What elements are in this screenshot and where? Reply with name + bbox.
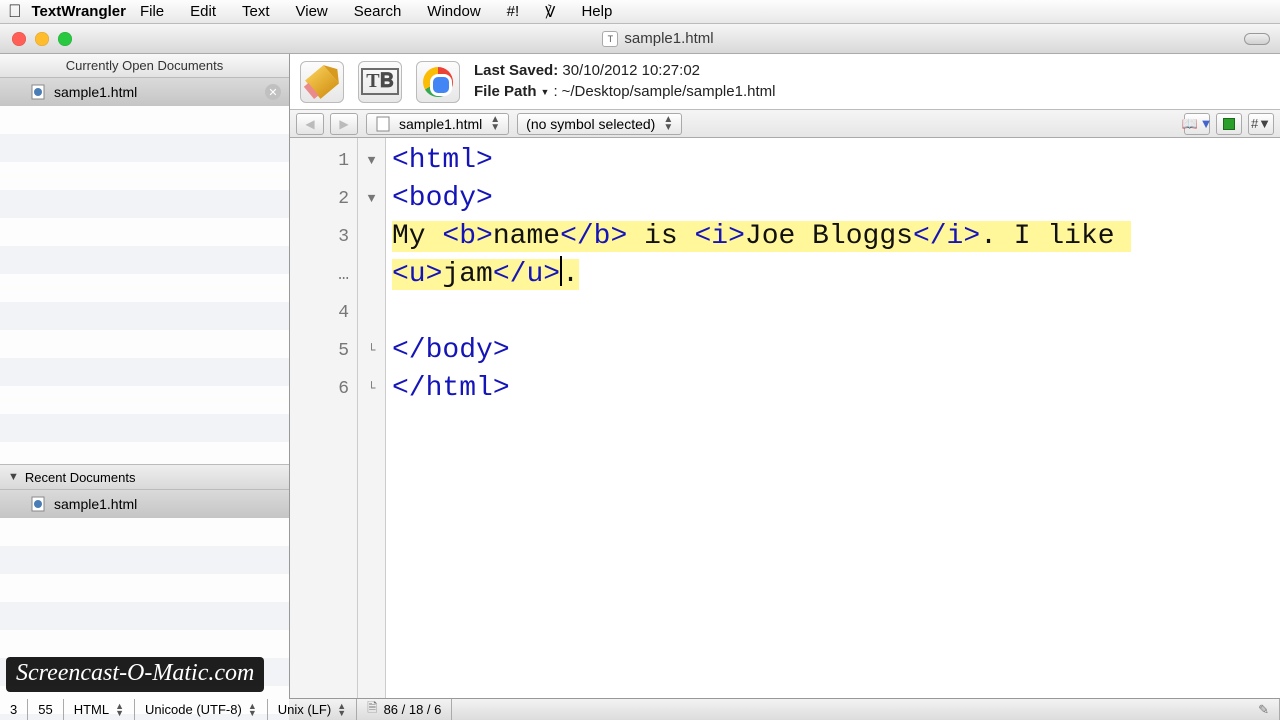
document-icon: 🗎 — [367, 699, 377, 720]
sidebar-item-open-file[interactable]: sample1.html ✕ — [0, 78, 289, 106]
sidebar-recent-file-label: sample1.html — [54, 496, 137, 512]
minimize-button[interactable] — [35, 32, 49, 46]
close-button[interactable] — [12, 32, 26, 46]
status-char-number[interactable]: 55 — [28, 699, 63, 720]
mac-menubar:  TextWrangler File Edit Text View Searc… — [0, 0, 1280, 24]
editor-pane: T𝐁 Last Saved: 30/10/2012 10:27:02 File … — [290, 54, 1280, 698]
zoom-button[interactable] — [58, 32, 72, 46]
fold-gutter[interactable]: ▼ ▼ └ └ — [358, 138, 386, 698]
window-titlebar: T sample1.html — [0, 24, 1280, 54]
menu-window[interactable]: Window — [427, 3, 480, 20]
includes-popup-button[interactable]: # ▼ — [1248, 113, 1274, 135]
toolbar-toggle-button[interactable] — [1244, 33, 1270, 45]
navigation-bar: ◀ ▶ sample1.html ▲▼ (no symbol selected)… — [290, 110, 1280, 138]
document-toolbar: T𝐁 Last Saved: 30/10/2012 10:27:02 File … — [290, 54, 1280, 110]
menu-file[interactable]: File — [140, 3, 164, 20]
file-path-value: ~/Desktop/sample/sample1.html — [562, 82, 776, 102]
sidebar-recent-header-label: Recent Documents — [25, 470, 136, 485]
last-saved-value: 30/10/2012 10:27:02 — [562, 62, 700, 79]
status-pencil-icon[interactable]: ✎ — [1248, 699, 1280, 720]
menu-edit[interactable]: Edit — [190, 3, 216, 20]
sidebar-recent-header[interactable]: ▼ Recent Documents — [0, 464, 289, 490]
status-line-endings-popup[interactable]: Unix (LF)▲▼ — [268, 699, 357, 720]
menu-help[interactable]: Help — [581, 3, 612, 20]
status-doc-stats[interactable]: 🗎86 / 18 / 6 — [357, 699, 452, 720]
file-path-label: File Path — [474, 82, 537, 102]
code-line: </body> — [392, 335, 510, 366]
preview-in-browser-button[interactable] — [416, 61, 460, 103]
chrome-icon — [423, 67, 453, 97]
green-square-icon — [1223, 118, 1235, 130]
html-file-icon — [30, 496, 46, 512]
edit-mode-button[interactable] — [300, 61, 344, 103]
code-content[interactable]: <html> <body> My <b>name</b> is <i>Joe B… — [386, 138, 1280, 698]
file-popup-label: sample1.html — [399, 116, 482, 132]
last-saved-label: Last Saved: — [474, 62, 558, 79]
stepper-icon: ▲▼ — [490, 116, 500, 132]
code-line: </html> — [392, 373, 510, 404]
document-proxy-icon[interactable]: T — [602, 31, 618, 47]
status-line-number[interactable]: 3 — [0, 699, 28, 720]
nav-back-button[interactable]: ◀ — [296, 113, 324, 135]
disclosure-triangle-icon[interactable]: ▼ — [8, 471, 19, 483]
app-name[interactable]: TextWrangler — [32, 3, 126, 20]
file-path-dropdown-icon[interactable]: ▼ — [541, 86, 550, 98]
menu-text[interactable]: Text — [242, 3, 270, 20]
text-options-button[interactable]: T𝐁 — [358, 61, 402, 103]
pencil-icon: ✎ — [1258, 702, 1269, 718]
status-bar: 3 55 HTML▲▼ Unicode (UTF-8)▲▼ Unix (LF)▲… — [0, 698, 1280, 720]
text-options-icon: T𝐁 — [361, 68, 398, 95]
menu-scripts-icon[interactable]: ℣ — [545, 3, 555, 21]
window-controls — [12, 32, 72, 46]
symbol-popup-label: (no symbol selected) — [526, 116, 655, 132]
code-line: <body> — [392, 183, 493, 214]
menu-view[interactable]: View — [296, 3, 328, 20]
menu-search[interactable]: Search — [354, 3, 402, 20]
document-icon — [375, 116, 391, 132]
app-window: T sample1.html Currently Open Documents … — [0, 24, 1280, 720]
document-meta: Last Saved: 30/10/2012 10:27:02 File Pat… — [474, 61, 775, 102]
sidebar-item-recent-file[interactable]: sample1.html — [0, 490, 289, 518]
status-encoding-popup[interactable]: Unicode (UTF-8)▲▼ — [135, 699, 268, 720]
code-line: <html> — [392, 145, 493, 176]
screencast-watermark: Screencast-O-Matic.com — [6, 657, 264, 692]
sidebar-open-docs-header: Currently Open Documents — [0, 54, 289, 78]
html-file-icon — [30, 84, 46, 100]
documents-sidebar: Currently Open Documents sample1.html ✕ … — [0, 54, 290, 698]
status-language-popup[interactable]: HTML▲▼ — [64, 699, 135, 720]
menu-shebang[interactable]: #! — [507, 3, 520, 20]
symbol-popup[interactable]: (no symbol selected) ▲▼ — [517, 113, 682, 135]
pencil-icon — [305, 65, 339, 99]
file-popup[interactable]: sample1.html ▲▼ — [366, 113, 509, 135]
close-doc-icon[interactable]: ✕ — [265, 84, 281, 100]
sidebar-open-file-label: sample1.html — [54, 84, 137, 100]
window-title: sample1.html — [624, 30, 713, 47]
markers-popup-button[interactable]: 📖▼ — [1184, 113, 1210, 135]
line-number-gutter: 1 2 3 … 4 5 6 — [290, 138, 358, 698]
counterpart-button[interactable] — [1216, 113, 1242, 135]
nav-forward-button[interactable]: ▶ — [330, 113, 358, 135]
stepper-icon: ▲▼ — [663, 116, 673, 132]
code-editor[interactable]: 1 2 3 … 4 5 6 ▼ ▼ └ └ <html> <bo — [290, 138, 1280, 698]
apple-menu-icon[interactable]:  — [8, 1, 22, 22]
